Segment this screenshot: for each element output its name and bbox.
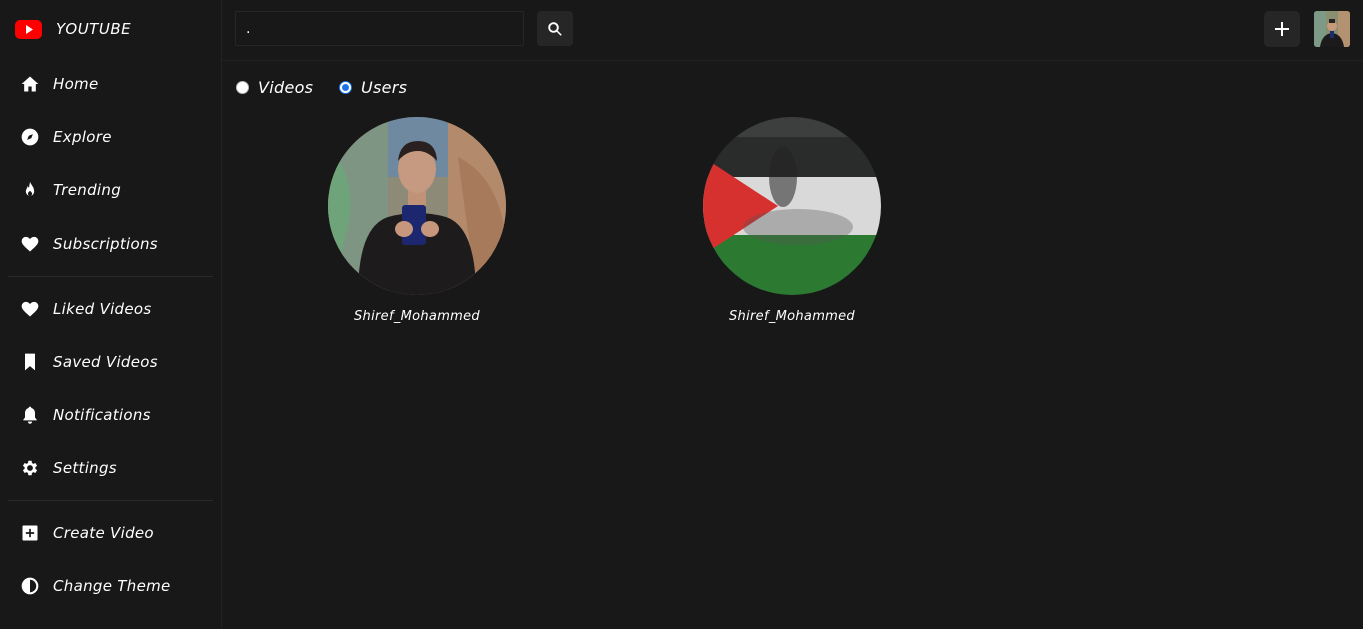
sidebar-item-label: Liked Videos [53, 300, 152, 318]
user-result-card[interactable]: Shiref_Mohammed [692, 117, 892, 324]
gear-icon [18, 456, 42, 480]
app-logo[interactable]: YOUTUBE [15, 18, 131, 40]
sidebar-item-create-video[interactable]: Create Video [18, 520, 208, 546]
plus-square-icon [18, 521, 42, 545]
palestine-flag [703, 117, 881, 295]
sidebar-item-label: Explore [53, 128, 112, 146]
bookmark-icon [18, 350, 42, 374]
sidebar-item-change-theme[interactable]: Change Theme [18, 573, 208, 599]
sidebar-item-liked-videos[interactable]: Liked Videos [18, 296, 208, 322]
user-avatar-large[interactable] [703, 117, 881, 295]
sidebar-item-notifications[interactable]: Notifications [18, 402, 208, 428]
sidebar-item-label: Home [53, 75, 99, 93]
fire-icon [18, 178, 42, 202]
filter-videos[interactable]: Videos [236, 78, 313, 97]
user-avatar[interactable] [1314, 11, 1350, 47]
avatar-photo [1314, 11, 1350, 47]
sidebar-item-subscriptions[interactable]: Subscriptions [18, 231, 208, 257]
sidebar-item-label: Saved Videos [53, 353, 158, 371]
heart-icon [18, 232, 42, 256]
filter-users[interactable]: Users [339, 78, 407, 97]
sidebar-item-label: Create Video [53, 524, 154, 542]
sidebar-item-label: Change Theme [53, 577, 171, 595]
sidebar-item-trending[interactable]: Trending [18, 177, 208, 203]
videos-radio[interactable] [236, 81, 249, 94]
sidebar-item-explore[interactable]: Explore [18, 124, 208, 150]
filter-label: Users [361, 78, 408, 97]
user-avatar-large[interactable] [328, 117, 506, 295]
filter-label: Videos [258, 78, 314, 97]
search-button[interactable] [537, 11, 573, 46]
search-input[interactable] [235, 11, 524, 46]
sidebar: YOUTUBE Home Explore Trending Subscripti [0, 0, 222, 629]
sidebar-divider [8, 276, 213, 277]
sidebar-item-label: Subscriptions [53, 235, 158, 253]
sidebar-item-saved-videos[interactable]: Saved Videos [18, 349, 208, 375]
sidebar-divider [8, 500, 213, 501]
add-button[interactable] [1264, 11, 1300, 47]
sidebar-item-label: Notifications [53, 406, 151, 424]
user-name[interactable]: Shiref_Mohammed [317, 309, 517, 324]
bell-icon [18, 403, 42, 427]
app-root: YOUTUBE Home Explore Trending Subscripti [0, 0, 1363, 629]
home-icon [18, 72, 42, 96]
top-header [222, 0, 1363, 61]
sidebar-item-settings[interactable]: Settings [18, 455, 208, 481]
plus-icon [1275, 22, 1289, 36]
sidebar-item-home[interactable]: Home [18, 71, 208, 97]
users-radio[interactable] [339, 81, 352, 94]
app-title: YOUTUBE [56, 20, 132, 38]
half-circle-icon [18, 574, 42, 598]
user-photo [328, 117, 506, 295]
sidebar-item-label: Trending [53, 181, 122, 199]
youtube-logo-icon [15, 19, 42, 39]
sidebar-item-label: Settings [53, 459, 117, 477]
user-result-card[interactable]: Shiref_Mohammed [317, 117, 517, 324]
search-icon [548, 21, 562, 36]
user-name[interactable]: Shiref_Mohammed [692, 309, 892, 324]
heart-icon [18, 297, 42, 321]
compass-icon [18, 125, 42, 149]
